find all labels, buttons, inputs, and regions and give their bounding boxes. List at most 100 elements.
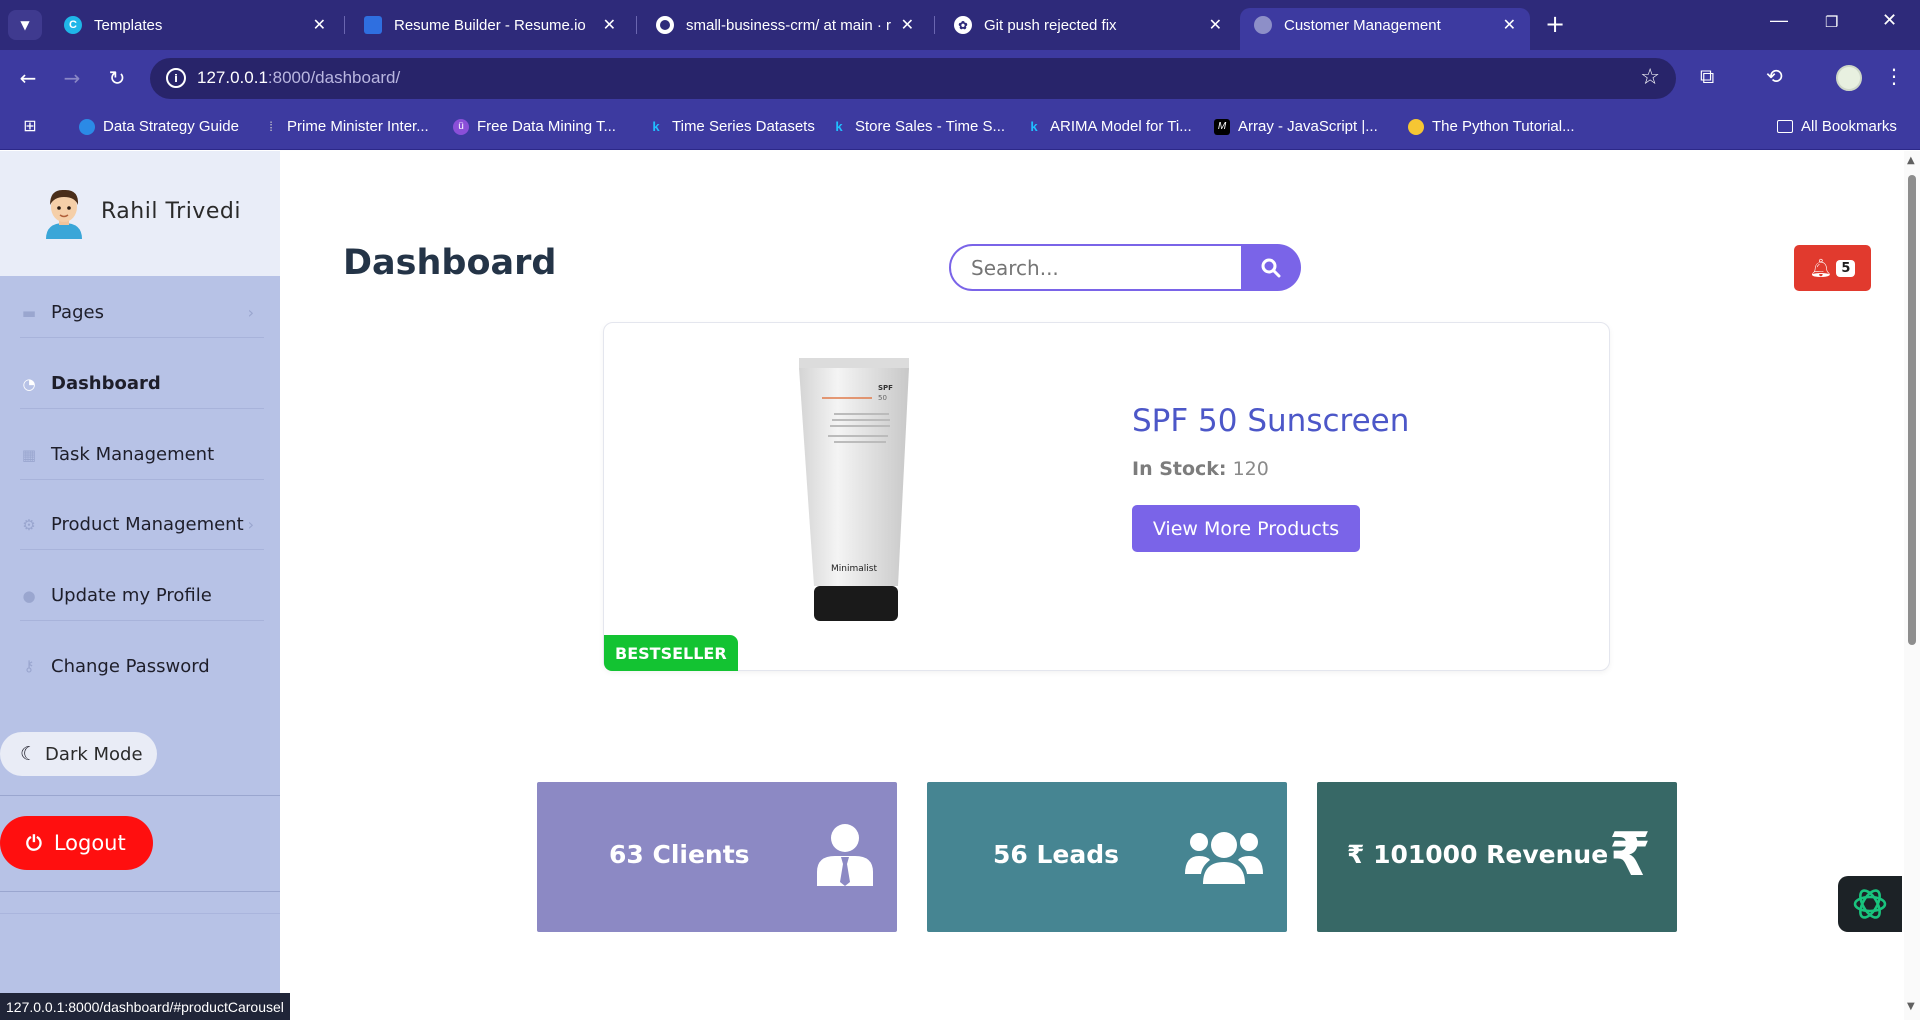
reload-icon: ↻ [108, 66, 126, 90]
tab-resume-builder[interactable]: Resume Builder - Resume.io ✕ [350, 8, 630, 42]
flag-icon: ⁞ [269, 119, 273, 134]
product-name: SPF 50 Sunscreen [1132, 403, 1410, 439]
tab-templates[interactable]: C Templates ✕ [50, 8, 340, 42]
profile-avatar[interactable] [1836, 65, 1862, 91]
user-icon: ● [22, 586, 36, 605]
url-path: :8000/dashboard/ [267, 68, 401, 87]
kaggle-icon: k [1030, 119, 1038, 134]
extensions-icon[interactable]: ⧉ [1700, 64, 1714, 88]
key-icon: ⚷ [23, 657, 35, 675]
tab-chatgpt[interactable]: ✿ Git push rejected fix ✕ [940, 8, 1236, 42]
address-bar[interactable]: i 127.0.0.1:8000/dashboard/ ☆ [150, 58, 1676, 99]
bell-icon: 🔔︎ [1809, 257, 1833, 279]
sidebar-item-pages[interactable]: ▬ Pages › [20, 288, 264, 338]
browser-tabstrip: ▼ C Templates ✕ Resume Builder - Resume.… [0, 0, 1920, 50]
cloud-icon [79, 118, 95, 135]
product-carousel[interactable]: SPF 50 Minimalist BESTSELLER SPF 50 Suns… [603, 322, 1610, 671]
tab-customer-management[interactable]: Customer Management ✕ [1240, 8, 1530, 50]
tab-github[interactable]: small-business-crm/ at main · ra ✕ [642, 8, 928, 42]
tab-separator [344, 16, 345, 34]
search-input[interactable] [949, 244, 1243, 291]
openai-icon: ✿ [954, 16, 972, 34]
leads-card[interactable]: 56 Leads [927, 782, 1287, 932]
folder-icon [1777, 120, 1793, 133]
reload-button[interactable]: ↻ [101, 62, 133, 94]
client-icon [817, 824, 873, 886]
close-icon[interactable]: ✕ [313, 15, 326, 35]
chevron-right-icon: › [247, 515, 254, 534]
sidebar-item-change-password[interactable]: ⚷ Change Password [20, 641, 264, 691]
back-button[interactable]: ← [12, 62, 44, 94]
svg-text:SPF: SPF [878, 384, 893, 392]
user-avatar [46, 189, 82, 239]
close-icon[interactable]: ✕ [603, 15, 616, 35]
minimize-icon[interactable]: — [1770, 10, 1788, 31]
bookmark-item[interactable]: k Store Sales - Time S... [831, 118, 1005, 135]
sidebar-item-dashboard[interactable]: ◔ Dashboard [20, 359, 264, 409]
openai-icon [1853, 889, 1887, 919]
bookmark-item[interactable]: ⁞ Prime Minister Inter... [263, 118, 429, 135]
search-button[interactable] [1241, 244, 1301, 291]
search-form [949, 244, 1301, 291]
svg-text:50: 50 [878, 394, 887, 402]
close-icon[interactable]: ✕ [1209, 15, 1222, 35]
bookmark-item[interactable]: k Time Series Datasets [648, 118, 814, 135]
folder-icon: ▬ [21, 303, 37, 322]
window-close-icon[interactable]: ✕ [1882, 10, 1897, 31]
arrow-left-icon: ← [19, 66, 37, 90]
more-menu-icon[interactable]: ⋮ [1884, 64, 1904, 88]
bookmark-item[interactable]: M Array - JavaScript |... [1214, 118, 1378, 135]
mdn-icon: M [1214, 118, 1230, 135]
notifications-button[interactable]: 🔔︎ 5 [1794, 245, 1871, 291]
product-stock: In Stock: 120 [1132, 458, 1269, 480]
all-bookmarks-folder[interactable]: All Bookmarks [1777, 118, 1897, 135]
bookmark-item[interactable]: Data Strategy Guide [79, 118, 239, 135]
browser-navbar: ← → ↻ i 127.0.0.1:8000/dashboard/ ☆ ⧉ ⟲ … [0, 50, 1920, 107]
scroll-up-icon[interactable]: ▲ [1907, 155, 1915, 166]
product-image: SPF 50 Minimalist [799, 358, 909, 621]
bookmark-star-icon[interactable]: ☆ [1640, 65, 1660, 90]
tab-search-button[interactable]: ▼ [8, 10, 42, 40]
forward-button[interactable]: → [56, 62, 88, 94]
python-icon [1408, 118, 1424, 135]
close-icon[interactable]: ✕ [901, 15, 914, 35]
page-title: Dashboard [343, 243, 557, 283]
site-info-icon[interactable]: i [166, 68, 186, 88]
sidebar-profile: Rahil Trivedi [0, 151, 280, 276]
sidebar-item-product-management[interactable]: ⚙ Product Management › [20, 500, 264, 550]
clients-card[interactable]: 63 Clients [537, 782, 897, 932]
sidebar: Rahil Trivedi ▬ Pages › ◔ Dashboard ▦ Ta… [0, 151, 280, 1020]
restore-icon[interactable]: ❐ [1825, 13, 1838, 31]
url-text[interactable]: 127.0.0.1:8000/dashboard/ [197, 68, 400, 88]
close-icon[interactable]: ✕ [1503, 15, 1516, 35]
revenue-card[interactable]: ₹ 101000 Revenue ₹ [1317, 782, 1677, 932]
view-more-products-button[interactable]: View More Products [1132, 505, 1360, 552]
search-icon [1261, 258, 1281, 277]
sidebar-divider [0, 913, 280, 914]
sidebar-item-task-management[interactable]: ▦ Task Management [20, 430, 264, 480]
ai-assistant-button[interactable] [1838, 876, 1902, 932]
page-scrollbar[interactable]: ▲ ▼ [1904, 151, 1920, 1020]
url-host: 127.0.0.1 [197, 68, 268, 87]
logout-button[interactable]: ⏻ Logout [0, 816, 153, 870]
status-bar-url: 127.0.0.1:8000/dashboard/#productCarouse… [0, 993, 290, 1020]
sidebar-divider [0, 795, 280, 796]
bookmark-item[interactable]: k ARIMA Model for Ti... [1026, 118, 1191, 135]
scroll-thumb[interactable] [1908, 175, 1916, 645]
svg-text:Minimalist: Minimalist [831, 564, 877, 574]
new-tab-button[interactable]: + [1545, 10, 1565, 38]
apps-grid-icon[interactable]: ⊞ [22, 118, 46, 135]
user-name: Rahil Trivedi [101, 199, 241, 224]
notification-count-badge: 5 [1836, 259, 1856, 277]
history-icon[interactable]: ⟲ [1766, 64, 1783, 88]
arrow-right-icon: → [63, 66, 81, 90]
users-icon [1185, 832, 1263, 884]
scroll-down-icon[interactable]: ▼ [1907, 1001, 1915, 1012]
dark-mode-toggle[interactable]: ☾ Dark Mode [0, 732, 157, 776]
speedometer-icon: ◔ [22, 374, 36, 393]
sidebar-item-update-profile[interactable]: ● Update my Profile [20, 571, 264, 621]
chevron-right-icon: › [247, 303, 254, 322]
bookmark-item[interactable]: The Python Tutorial... [1408, 118, 1575, 135]
bookmark-item[interactable]: ü Free Data Mining T... [453, 118, 616, 135]
moon-icon: ☾ [20, 743, 38, 765]
